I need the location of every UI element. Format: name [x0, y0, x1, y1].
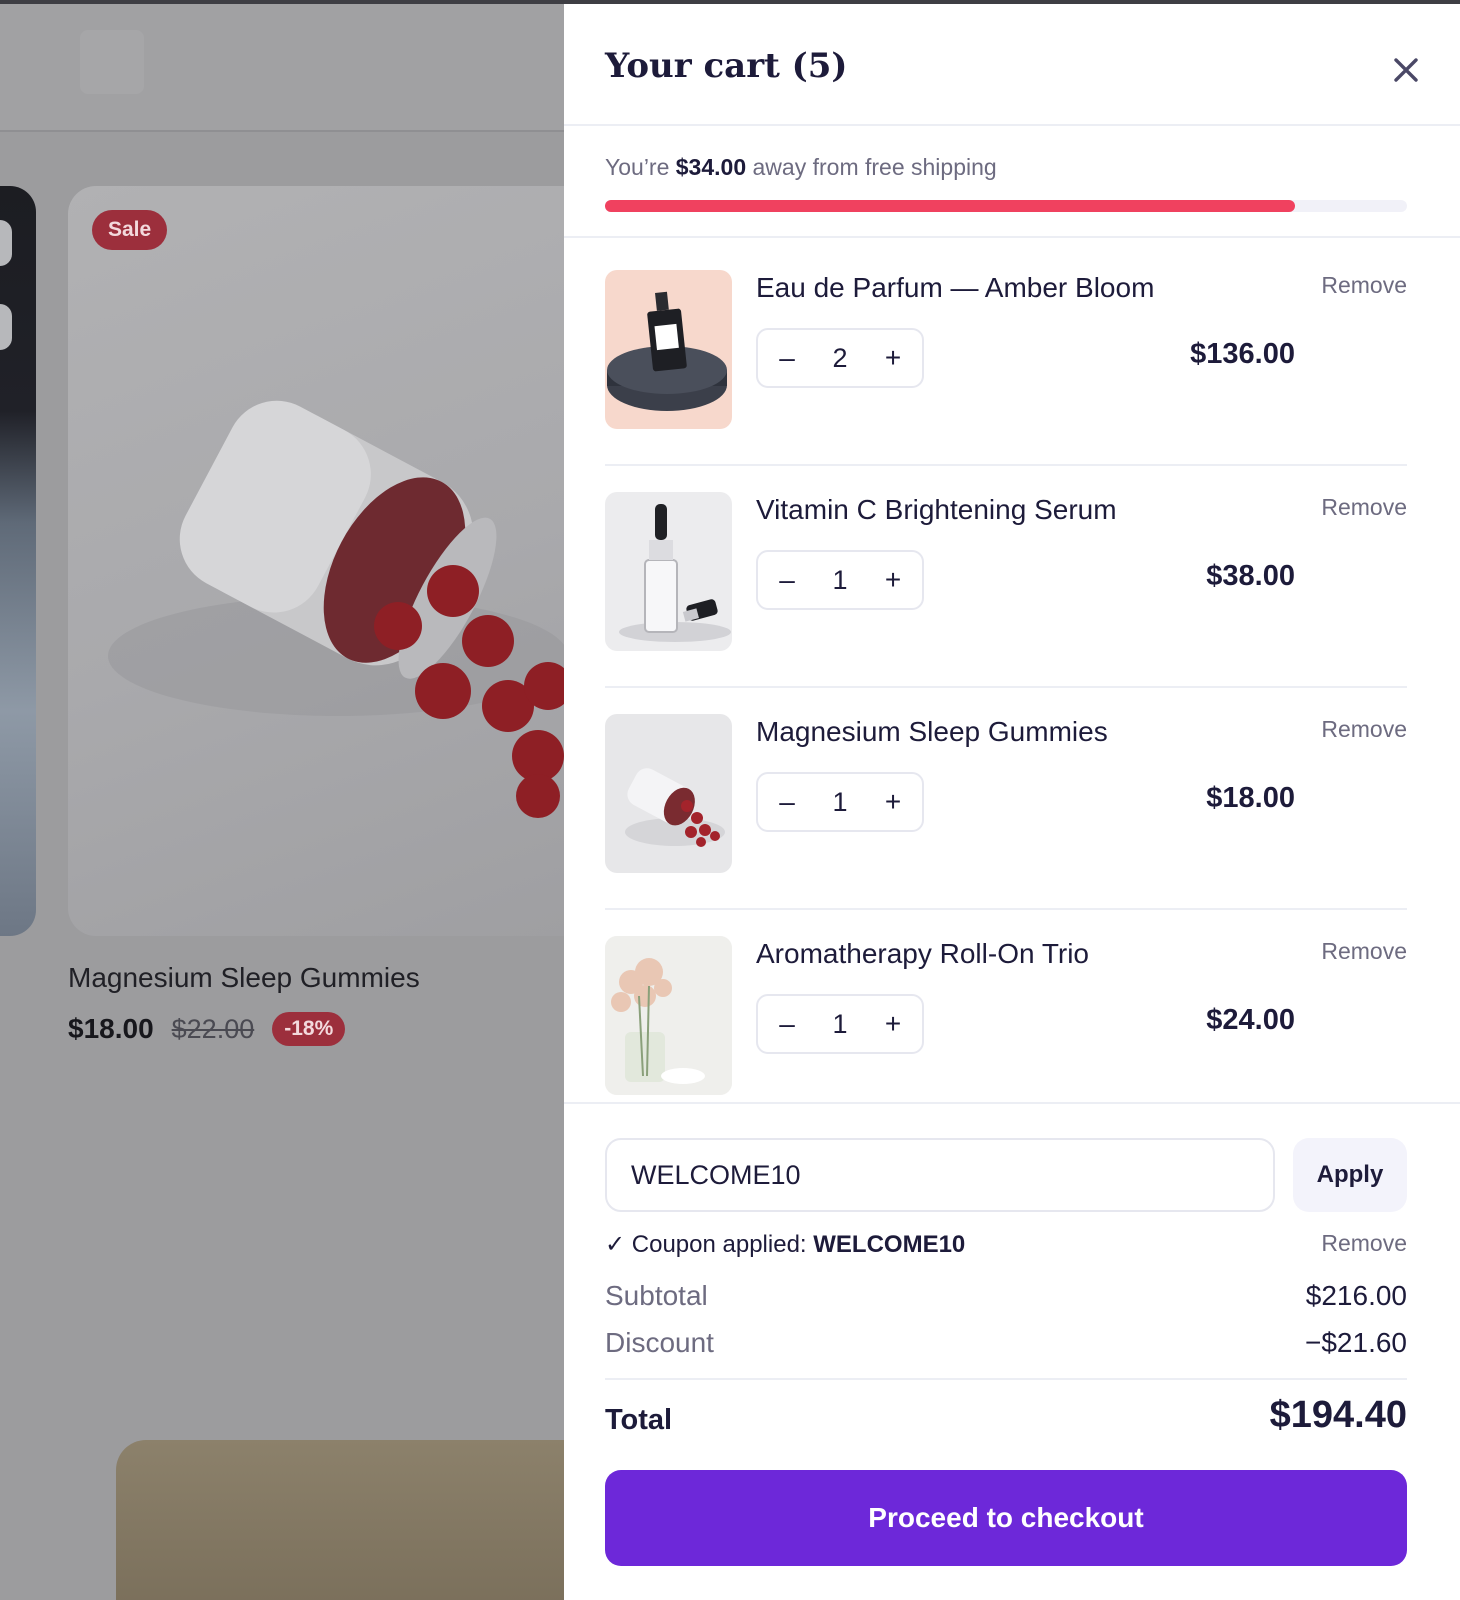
- store-header: [0, 4, 564, 132]
- product-card-partial: [116, 1440, 576, 1600]
- product-card-image: Sale: [68, 186, 568, 936]
- quantity-stepper: – 1 +: [756, 772, 924, 832]
- decrease-quantity-button[interactable]: –: [774, 564, 800, 595]
- shipping-remaining-amount: $34.00: [675, 154, 747, 180]
- item-price: $136.00: [1190, 338, 1295, 370]
- item-quantity: 2: [832, 342, 848, 373]
- item-thumbnail: [605, 714, 732, 873]
- decrease-quantity-button[interactable]: –: [774, 786, 800, 817]
- decrease-quantity-button[interactable]: –: [774, 342, 800, 373]
- coupon-input[interactable]: [605, 1138, 1275, 1212]
- close-button[interactable]: [1384, 48, 1428, 92]
- remove-item-button[interactable]: Remove: [1321, 272, 1407, 299]
- flowers-vase-image: [605, 936, 732, 1095]
- cart-item: Vitamin C Brightening Serum Remove – 1 +…: [605, 462, 1407, 688]
- checkout-button[interactable]: Proceed to checkout: [605, 1470, 1407, 1566]
- product-title: Magnesium Sleep Gummies: [68, 962, 420, 993]
- remove-item-button[interactable]: Remove: [1321, 494, 1407, 521]
- item-quantity: 1: [832, 786, 848, 817]
- discount-badge: -18%: [272, 1012, 346, 1046]
- item-thumbnail: [605, 936, 732, 1095]
- decrease-quantity-button[interactable]: –: [774, 1008, 800, 1039]
- item-name: Magnesium Sleep Gummies: [756, 716, 1108, 747]
- item-name: Vitamin C Brightening Serum: [756, 494, 1117, 525]
- remove-item-button[interactable]: Remove: [1321, 716, 1407, 743]
- product-price: $18.00: [68, 1013, 154, 1044]
- carousel-dot: [0, 220, 12, 266]
- item-thumbnail: [605, 270, 732, 429]
- discount-value: −$21.60: [1305, 1327, 1407, 1358]
- close-icon: [1394, 58, 1418, 82]
- remove-item-button[interactable]: Remove: [1321, 938, 1407, 965]
- item-price: $38.00: [1206, 560, 1295, 592]
- subtotal-label: Subtotal: [605, 1280, 708, 1311]
- cart-item: Aromatherapy Roll-On Trio Remove – 1 + $…: [605, 906, 1407, 1102]
- product-card-partial: [0, 186, 36, 936]
- shipping-progress-fill: [605, 200, 1295, 212]
- shipping-progress-bar: [605, 200, 1407, 212]
- increase-quantity-button[interactable]: +: [880, 564, 906, 595]
- discount-label: Discount: [605, 1327, 714, 1358]
- subtotal-value: $216.00: [1305, 1280, 1407, 1311]
- cart-title: Your cart (5): [605, 46, 848, 86]
- total-divider: [605, 1378, 1407, 1380]
- increase-quantity-button[interactable]: +: [880, 342, 906, 373]
- cart-item: Eau de Parfum — Amber Bloom Remove – 2 +…: [605, 240, 1407, 466]
- coupon-status: ✓ Coupon applied: WELCOME10: [605, 1230, 965, 1259]
- gummies-product-image: [108, 400, 568, 818]
- carousel-dot: [0, 304, 12, 350]
- increase-quantity-button[interactable]: +: [880, 786, 906, 817]
- item-price: $24.00: [1206, 1004, 1295, 1036]
- total-value: $194.40: [1269, 1394, 1407, 1436]
- cart-header: Your cart (5): [564, 4, 1460, 126]
- shipping-text-prefix: You’re: [605, 154, 676, 180]
- item-name: Aromatherapy Roll-On Trio: [756, 938, 1090, 969]
- item-quantity: 1: [832, 564, 848, 595]
- free-shipping-banner: You’re $34.00 away from free shipping: [564, 128, 1460, 238]
- quantity-stepper: – 1 +: [756, 550, 924, 610]
- increase-quantity-button[interactable]: +: [880, 1008, 906, 1039]
- total-label: Total: [605, 1404, 673, 1436]
- product-original-price: $22.00: [171, 1013, 255, 1044]
- item-name: Eau de Parfum — Amber Bloom: [756, 272, 1155, 303]
- gummies-jar-image: [605, 714, 732, 873]
- coupon-status-prefix: ✓ Coupon applied:: [605, 1231, 814, 1258]
- quantity-stepper: – 1 +: [756, 994, 924, 1054]
- coupon-code: WELCOME10: [813, 1231, 966, 1258]
- remove-coupon-button[interactable]: Remove: [1321, 1230, 1407, 1257]
- cart-item: Magnesium Sleep Gummies Remove – 1 + $18…: [605, 684, 1407, 910]
- free-shipping-text: You’re $34.00 away from free shipping: [605, 154, 997, 181]
- cart-summary: Apply ✓ Coupon applied: WELCOME10 Remove…: [564, 1102, 1460, 1600]
- item-thumbnail: [605, 492, 732, 651]
- quantity-stepper: – 2 +: [756, 328, 924, 388]
- product-price-row: $18.00 $22.00 -18%: [68, 1012, 346, 1046]
- item-price: $18.00: [1206, 782, 1295, 814]
- cart-items-list: Eau de Parfum — Amber Bloom Remove – 2 +…: [564, 240, 1460, 1102]
- item-quantity: 1: [832, 1008, 848, 1039]
- shipping-text-suffix: away from free shipping: [746, 154, 997, 180]
- store-logo: [80, 30, 144, 94]
- serum-bottle-image: [605, 492, 732, 651]
- perfume-bottle-image: [605, 270, 732, 429]
- apply-coupon-button[interactable]: Apply: [1293, 1138, 1407, 1212]
- cart-drawer: Your cart (5) You’re $34.00 away from fr…: [564, 4, 1460, 1600]
